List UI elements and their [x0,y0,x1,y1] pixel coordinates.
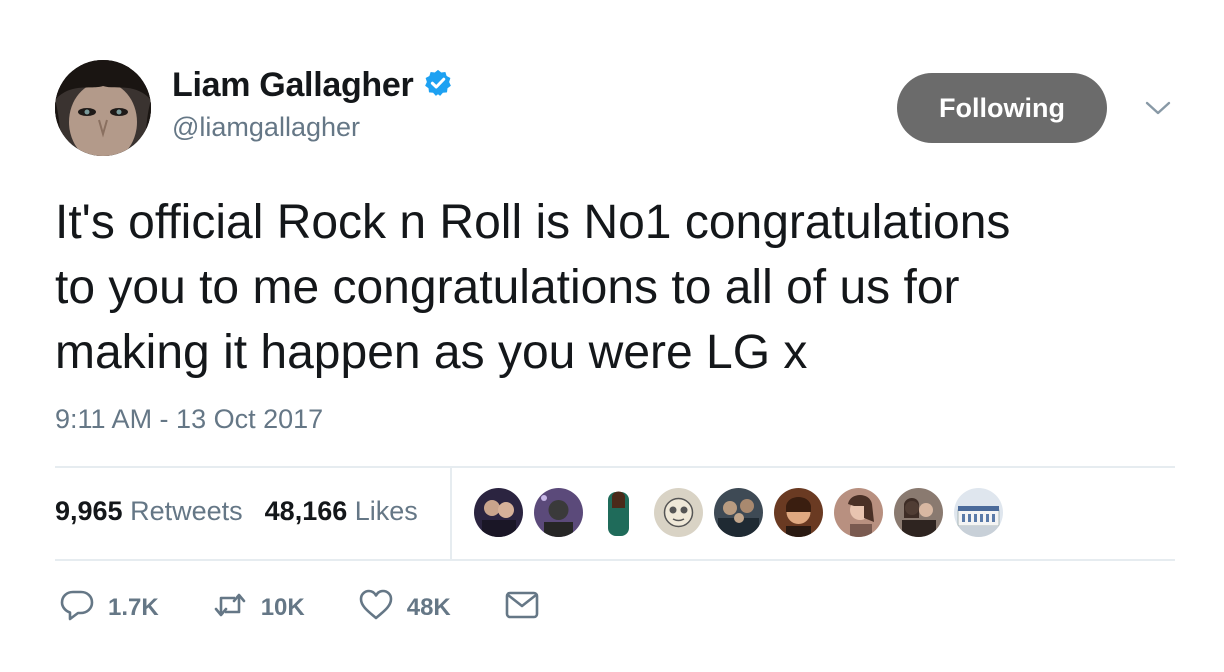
heart-icon[interactable] [359,588,393,627]
tweet-actions: 1.7K 10K 48K [60,588,593,627]
author-avatar[interactable] [55,60,151,156]
chevron-down-icon[interactable] [1145,98,1171,118]
likes-stat[interactable]: 48,166 Likes [265,496,418,527]
retweet-icon[interactable] [213,588,247,627]
retweet-count: 10K [260,593,305,621]
retweet-action[interactable]: 10K [213,588,305,627]
liker-avatar[interactable] [594,488,643,537]
liker-avatar[interactable] [534,488,583,537]
liker-avatar[interactable] [714,488,763,537]
liker-avatar[interactable] [894,488,943,537]
envelope-icon[interactable] [505,590,539,625]
likes-label: Likes [354,496,418,526]
author-name-row: Liam Gallagher [172,66,453,105]
retweets-label: Retweets [130,496,243,526]
like-action[interactable]: 48K [359,588,451,627]
tweet-stats: 9,965 Retweets 48,166 Likes [55,496,418,527]
liker-avatar[interactable] [654,488,703,537]
liker-avatar[interactable] [474,488,523,537]
tweet-text: It's official Rock n Roll is No1 congrat… [55,196,1011,379]
stats-separator [450,467,452,559]
reply-action[interactable]: 1.7K [60,588,159,627]
liker-avatar[interactable] [954,488,1003,537]
tweet-card: Liam Gallagher @liamgallagher Following … [0,0,1224,672]
author-display-name[interactable]: Liam Gallagher [172,66,414,105]
following-button[interactable]: Following [897,73,1107,143]
liker-avatar[interactable] [834,488,883,537]
reply-icon[interactable] [60,588,94,627]
divider [55,559,1175,561]
reply-count: 1.7K [108,593,159,621]
retweets-stat[interactable]: 9,965 Retweets [55,496,243,527]
author-handle[interactable]: @liamgallagher [172,112,360,143]
like-count: 48K [406,593,451,621]
tweet-timestamp[interactable]: 9:11 AM - 13 Oct 2017 [55,404,323,435]
liker-avatar[interactable] [774,488,823,537]
divider [55,466,1175,468]
likes-count: 48,166 [264,496,348,526]
direct-message-action[interactable] [505,590,539,625]
liker-avatars [474,488,1003,537]
verified-badge-icon [423,68,453,103]
retweets-count: 9,965 [55,496,123,526]
